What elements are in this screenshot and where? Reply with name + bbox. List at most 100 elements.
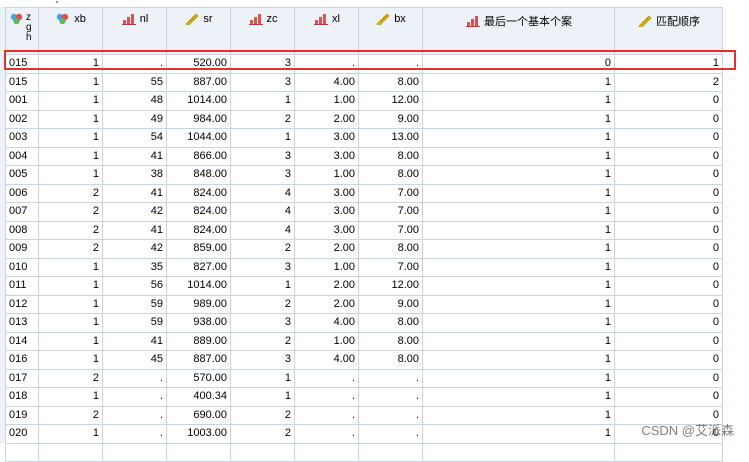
cell-last[interactable]: 1 xyxy=(422,331,615,351)
cell-xl[interactable]: . xyxy=(294,405,359,425)
cell-zgh[interactable]: 006 xyxy=(5,183,39,203)
cell-zc[interactable]: 1 xyxy=(230,276,295,296)
column-header-bx[interactable]: bx xyxy=(358,7,423,55)
cell-nl[interactable]: . xyxy=(102,405,167,425)
column-header-xb[interactable]: xb xyxy=(38,7,103,55)
cell-bx[interactable]: 8.00 xyxy=(358,239,423,259)
cell-sr[interactable]: 400.34 xyxy=(166,387,231,407)
cell-order[interactable]: 0 xyxy=(614,183,723,203)
cell-last[interactable]: 1 xyxy=(422,109,615,129)
column-header-order[interactable]: 匹配顺序 xyxy=(614,7,723,55)
cell-last[interactable]: 1 xyxy=(422,239,615,259)
cell-sr[interactable]: 824.00 xyxy=(166,220,231,240)
cell-order[interactable]: 0 xyxy=(614,313,723,333)
cell-xb[interactable]: 1 xyxy=(38,72,103,92)
cell-zgh[interactable]: 011 xyxy=(5,276,39,296)
cell-xb[interactable]: 1 xyxy=(38,165,103,185)
cell-zgh[interactable]: 015 xyxy=(5,72,39,92)
cell-nl[interactable]: 42 xyxy=(102,239,167,259)
cell-bx[interactable]: 7.00 xyxy=(358,183,423,203)
cell-zgh[interactable]: 004 xyxy=(5,146,39,166)
cell-sr[interactable]: 984.00 xyxy=(166,109,231,129)
cell-xl[interactable]: 2.00 xyxy=(294,109,359,129)
cell-xl[interactable]: 4.00 xyxy=(294,72,359,92)
cell-xl[interactable]: . xyxy=(294,54,359,74)
cell-sr[interactable]: 989.00 xyxy=(166,294,231,314)
cell-zc[interactable]: 3 xyxy=(230,257,295,277)
cell-sr[interactable]: 889.00 xyxy=(166,331,231,351)
cell-order[interactable]: 0 xyxy=(614,165,723,185)
column-header-last[interactable]: 最后一个基本个案 xyxy=(422,7,615,55)
cell-nl[interactable]: 59 xyxy=(102,294,167,314)
cell-xl[interactable]: 4.00 xyxy=(294,350,359,370)
cell-xb[interactable]: 2 xyxy=(38,220,103,240)
cell-xl[interactable]: 1.00 xyxy=(294,91,359,111)
cell-bx[interactable]: 7.00 xyxy=(358,220,423,240)
cell-last[interactable] xyxy=(422,442,615,462)
cell-sr[interactable]: 690.00 xyxy=(166,405,231,425)
cell-order[interactable]: 2 xyxy=(614,72,723,92)
cell-zc[interactable]: 1 xyxy=(230,91,295,111)
cell-last[interactable]: 0 xyxy=(422,54,615,74)
cell-last[interactable]: 1 xyxy=(422,405,615,425)
cell-order[interactable]: 0 xyxy=(614,91,723,111)
cell-order[interactable]: 0 xyxy=(614,350,723,370)
cell-zc[interactable]: 3 xyxy=(230,72,295,92)
cell-bx[interactable]: 8.00 xyxy=(358,331,423,351)
cell-nl[interactable]: 35 xyxy=(102,257,167,277)
cell-zgh[interactable]: 002 xyxy=(5,109,39,129)
cell-nl[interactable]: . xyxy=(102,54,167,74)
cell-sr[interactable]: 859.00 xyxy=(166,239,231,259)
cell-nl[interactable]: 55 xyxy=(102,72,167,92)
cell-last[interactable]: 1 xyxy=(422,220,615,240)
cell-xl[interactable]: 3.00 xyxy=(294,146,359,166)
cell-order[interactable] xyxy=(614,442,723,462)
cell-bx[interactable]: 8.00 xyxy=(358,313,423,333)
cell-xl[interactable]: 1.00 xyxy=(294,165,359,185)
cell-xl[interactable]: 3.00 xyxy=(294,202,359,222)
cell-order[interactable]: 0 xyxy=(614,202,723,222)
cell-xl[interactable]: . xyxy=(294,368,359,388)
cell-last[interactable]: 1 xyxy=(422,72,615,92)
cell-sr[interactable] xyxy=(166,442,231,462)
cell-last[interactable]: 1 xyxy=(422,387,615,407)
cell-xb[interactable]: 2 xyxy=(38,202,103,222)
cell-last[interactable]: 1 xyxy=(422,257,615,277)
cell-sr[interactable]: 570.00 xyxy=(166,368,231,388)
cell-nl[interactable]: 49 xyxy=(102,109,167,129)
cell-nl[interactable]: 38 xyxy=(102,165,167,185)
cell-xl[interactable]: 1.00 xyxy=(294,257,359,277)
cell-xl[interactable]: 1.00 xyxy=(294,331,359,351)
cell-xb[interactable]: 1 xyxy=(38,387,103,407)
cell-zgh[interactable]: 013 xyxy=(5,313,39,333)
cell-order[interactable]: 0 xyxy=(614,128,723,148)
cell-order[interactable]: 0 xyxy=(614,239,723,259)
cell-zc[interactable]: 3 xyxy=(230,165,295,185)
cell-bx[interactable]: 9.00 xyxy=(358,294,423,314)
column-header-nl[interactable]: nl xyxy=(102,7,167,55)
cell-xb[interactable]: 1 xyxy=(38,91,103,111)
cell-zc[interactable]: 3 xyxy=(230,146,295,166)
cell-xb[interactable]: 1 xyxy=(38,313,103,333)
cell-zc[interactable]: 2 xyxy=(230,424,295,444)
cell-zc[interactable]: 3 xyxy=(230,313,295,333)
cell-bx[interactable]: . xyxy=(358,387,423,407)
cell-nl[interactable]: . xyxy=(102,424,167,444)
cell-nl[interactable]: 41 xyxy=(102,146,167,166)
cell-bx[interactable]: 9.00 xyxy=(358,109,423,129)
cell-xb[interactable]: 1 xyxy=(38,350,103,370)
cell-sr[interactable]: 827.00 xyxy=(166,257,231,277)
cell-order[interactable]: 0 xyxy=(614,257,723,277)
cell-nl[interactable]: 45 xyxy=(102,350,167,370)
cell-order[interactable]: 1 xyxy=(614,54,723,74)
cell-zgh[interactable]: 019 xyxy=(5,405,39,425)
cell-sr[interactable]: 824.00 xyxy=(166,183,231,203)
cell-order[interactable]: 0 xyxy=(614,220,723,240)
cell-xl[interactable]: 3.00 xyxy=(294,220,359,240)
cell-bx[interactable]: 8.00 xyxy=(358,146,423,166)
cell-nl[interactable]: 41 xyxy=(102,183,167,203)
cell-bx[interactable]: 8.00 xyxy=(358,72,423,92)
cell-xb[interactable]: 1 xyxy=(38,146,103,166)
cell-last[interactable]: 1 xyxy=(422,91,615,111)
cell-bx[interactable]: 7.00 xyxy=(358,202,423,222)
